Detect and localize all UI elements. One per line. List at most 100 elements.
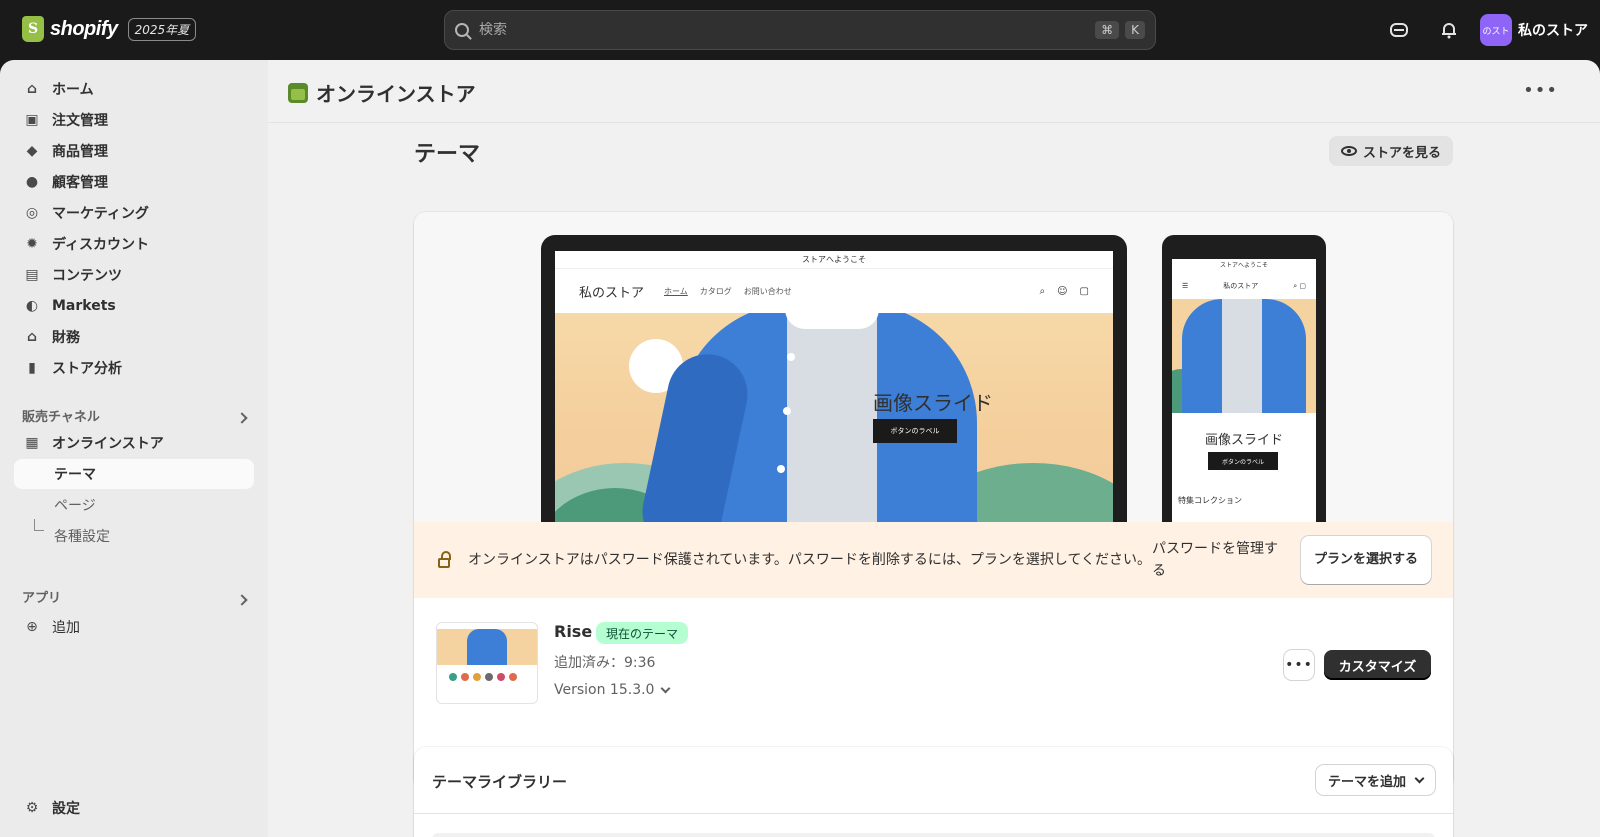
sidebar-item-label: 財務 bbox=[52, 330, 80, 346]
current-theme-badge: 現在のテーマ bbox=[596, 622, 689, 644]
mobile-brand: 私のストア bbox=[1223, 282, 1259, 290]
sidebar-item-label: 商品管理 bbox=[52, 144, 108, 160]
library-list-placeholder bbox=[432, 833, 1435, 837]
sidebar-item-themes[interactable]: テーマ bbox=[14, 459, 254, 489]
sidebar-item-label: Markets bbox=[52, 298, 116, 314]
sidebar-item-label: 顧客管理 bbox=[52, 175, 108, 191]
sidebar-item-settings[interactable]: ⚙ 設定 bbox=[14, 793, 254, 823]
store-name: 私のストア bbox=[1518, 23, 1588, 39]
sidebar-item-analytics[interactable]: ▮ ストア分析 bbox=[14, 353, 254, 383]
sidebar-item-label: ページ bbox=[54, 498, 96, 514]
sidebar-item-label: 各種設定 bbox=[54, 529, 110, 545]
mobile-screen: ストアへようこそ ☰ 私のストア ⌕ ▢ 画像スライド ボタンのラベル 特集コレ… bbox=[1172, 259, 1316, 522]
online-store-icon bbox=[288, 82, 308, 103]
sidebar-item-marketing[interactable]: ◎ マーケティング bbox=[14, 198, 254, 228]
preview-hero-image: 画像スライド ボタンのラベル bbox=[555, 313, 1113, 522]
sidebar-item-label: テーマ bbox=[54, 467, 96, 483]
header-more-icon[interactable]: ••• bbox=[1523, 80, 1558, 101]
theme-version-toggle[interactable]: Version 15.3.0 bbox=[554, 682, 671, 698]
avatar: のスト bbox=[1480, 14, 1512, 46]
sidebar-item-add-app[interactable]: ⊕ 追加 bbox=[14, 612, 254, 642]
sidekick-icon[interactable] bbox=[1387, 18, 1411, 42]
preview-hero-button: ボタンのラベル bbox=[873, 419, 957, 443]
customize-button[interactable]: カスタマイズ bbox=[1324, 650, 1431, 680]
sidebar-item-customers[interactable]: ● 顧客管理 bbox=[14, 167, 254, 197]
bell-icon[interactable] bbox=[1437, 18, 1461, 42]
library-divider bbox=[414, 813, 1453, 814]
chevron-down-icon bbox=[1414, 773, 1425, 783]
store-switcher[interactable]: のスト 私のストア bbox=[1480, 14, 1588, 46]
shopify-logo[interactable]: S shopify 2025年夏 bbox=[22, 16, 197, 42]
search-icon bbox=[455, 23, 469, 37]
apps-chevron-icon[interactable] bbox=[236, 594, 248, 606]
thumb-jacket-shape bbox=[467, 629, 507, 665]
sidebar-item-label: オンラインストア bbox=[52, 436, 164, 452]
add-theme-label: テーマを追加 bbox=[1327, 774, 1406, 790]
sidebar-item-online-store[interactable]: ▦ オンラインストア bbox=[14, 428, 254, 458]
theme-added-time: 追加済み：9:36 bbox=[554, 655, 656, 671]
current-theme-card: ストアへようこそ 私のストア ホーム カタログ お問い合わせ ⌕ ☺ ▢ 画像ス… bbox=[414, 212, 1453, 790]
sidebar-item-preferences[interactable]: 各種設定 bbox=[14, 521, 254, 551]
mobile-preview: ストアへようこそ ☰ 私のストア ⌕ ▢ 画像スライド ボタンのラベル 特集コレ… bbox=[1162, 235, 1326, 522]
globe-icon: ◐ bbox=[25, 298, 39, 314]
logo-text: shopify bbox=[50, 17, 118, 40]
preview-nav-link: カタログ bbox=[699, 286, 732, 296]
target-icon: ◎ bbox=[25, 205, 39, 221]
select-plan-button[interactable]: プランを選択する bbox=[1301, 536, 1431, 584]
plus-circle-icon: ⊕ bbox=[26, 619, 38, 635]
mobile-announcement: ストアへようこそ bbox=[1219, 262, 1268, 269]
preview-brand: 私のストア bbox=[579, 285, 645, 301]
theme-thumbnail[interactable] bbox=[436, 622, 538, 704]
chart-icon: ▮ bbox=[28, 360, 36, 376]
sidebar-item-content[interactable]: ▤ コンテンツ bbox=[14, 260, 254, 290]
sidebar-item-orders[interactable]: ▣ 注文管理 bbox=[14, 105, 254, 135]
sidebar-item-discounts[interactable]: ✹ ディスカウント bbox=[14, 229, 254, 259]
theme-library-title: テーマライブラリー bbox=[432, 773, 568, 791]
person-icon: ● bbox=[25, 174, 39, 190]
sidebar-item-label: ストア分析 bbox=[52, 361, 122, 377]
current-theme-row: Rise 現在のテーマ 追加済み：9:36 Version 15.3.0 •••… bbox=[414, 598, 1453, 730]
mobile-cart-icon: ⌕ ▢ bbox=[1293, 281, 1306, 290]
view-store-button[interactable]: ストアを見る bbox=[1329, 136, 1454, 166]
sidebar-item-finance[interactable]: ⌂ 財務 bbox=[14, 322, 254, 352]
mobile-hero-image bbox=[1172, 299, 1316, 413]
top-bar: S shopify 2025年夏 ⌘ K のスト 私のストア bbox=[0, 0, 1600, 60]
search-input[interactable] bbox=[479, 22, 1090, 38]
home-icon: ⌂ bbox=[26, 81, 38, 97]
shirt-shape bbox=[1222, 299, 1262, 413]
add-theme-button[interactable]: テーマを追加 bbox=[1315, 765, 1435, 795]
thumb-products bbox=[449, 673, 517, 681]
sidebar-item-markets[interactable]: ◐ Markets bbox=[14, 291, 254, 321]
inbox-icon: ▣ bbox=[25, 112, 39, 128]
shirt-shape bbox=[787, 313, 877, 522]
bank-icon: ⌂ bbox=[26, 329, 38, 345]
edition-badge[interactable]: 2025年夏 bbox=[127, 17, 197, 41]
password-banner: オンラインストアはパスワード保護されています。パスワードを削除するには、プランを… bbox=[414, 522, 1453, 598]
content-icon: ▤ bbox=[25, 267, 39, 283]
shortcut-cmd: ⌘ bbox=[1095, 21, 1120, 39]
password-message: オンラインストアはパスワード保護されています。パスワードを削除するには、プランを… bbox=[468, 552, 1152, 568]
jacket-button-shape bbox=[787, 353, 795, 361]
sidebar-item-products[interactable]: ◆ 商品管理 bbox=[14, 136, 254, 166]
desktop-preview: ストアへようこそ 私のストア ホーム カタログ お問い合わせ ⌕ ☺ ▢ 画像ス… bbox=[541, 235, 1127, 522]
sidebar-item-label: 注文管理 bbox=[52, 113, 108, 129]
theme-more-button[interactable]: ••• bbox=[1284, 650, 1314, 680]
sidebar-item-home[interactable]: ⌂ ホーム bbox=[14, 74, 254, 104]
sidebar-item-label: 設定 bbox=[52, 801, 80, 817]
preview-account-icon: ☺ bbox=[1057, 285, 1068, 297]
theme-preview[interactable]: ストアへようこそ 私のストア ホーム カタログ お問い合わせ ⌕ ☺ ▢ 画像ス… bbox=[414, 212, 1453, 522]
sidebar-item-pages[interactable]: ページ bbox=[14, 490, 254, 520]
apps-heading: アプリ bbox=[22, 591, 62, 606]
sidebar-item-label: ホーム bbox=[52, 82, 94, 98]
sales-channels-chevron-icon[interactable] bbox=[236, 412, 248, 424]
collar-shape bbox=[785, 313, 879, 329]
search-bar[interactable]: ⌘ K bbox=[444, 10, 1156, 50]
chevron-down-icon bbox=[661, 683, 671, 693]
desktop-screen: ストアへようこそ 私のストア ホーム カタログ お問い合わせ ⌕ ☺ ▢ 画像ス… bbox=[555, 251, 1113, 522]
online-store-header: オンラインストア bbox=[288, 78, 476, 107]
preview-hero-title: 画像スライド bbox=[873, 391, 993, 415]
online-store-title: オンラインストア bbox=[316, 82, 476, 106]
lock-icon bbox=[438, 551, 451, 568]
manage-password-link[interactable]: パスワードを管理する bbox=[1152, 538, 1286, 582]
main-content: オンラインストア ••• テーマ ストアを見る ストアへようこそ 私のストア ホ… bbox=[268, 60, 1600, 837]
